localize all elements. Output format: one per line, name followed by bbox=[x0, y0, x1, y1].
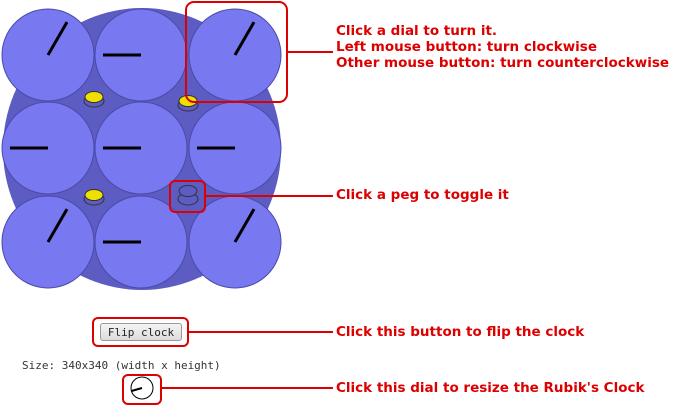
dial[interactable] bbox=[1, 101, 95, 195]
dial[interactable] bbox=[94, 8, 188, 102]
dial[interactable] bbox=[94, 195, 188, 289]
dial[interactable] bbox=[188, 195, 282, 289]
resize-dial[interactable] bbox=[130, 376, 154, 400]
flip-clock-button[interactable]: Flip clock bbox=[100, 323, 182, 341]
dial-instruction-line: Other mouse button: turn counterclockwis… bbox=[336, 55, 670, 71]
dial[interactable] bbox=[188, 8, 282, 102]
dial-instruction-line: Left mouse button: turn clockwise bbox=[336, 39, 598, 55]
size-readout: Size: 340x340 (width x height) bbox=[22, 359, 221, 372]
dial[interactable] bbox=[94, 101, 188, 195]
dial[interactable] bbox=[1, 8, 95, 102]
peg-instruction: Click a peg to toggle it bbox=[336, 187, 509, 203]
peg[interactable] bbox=[83, 91, 105, 108]
resize-instruction: Click this dial to resize the Rubik's Cl… bbox=[336, 380, 645, 396]
dial-instruction-line: Click a dial to turn it. bbox=[336, 23, 498, 39]
peg[interactable] bbox=[177, 185, 199, 206]
flip-instruction: Click this button to flip the clock bbox=[336, 324, 585, 340]
dial-instructions: Click a dial to turn it. Left mouse butt… bbox=[336, 23, 669, 71]
peg[interactable] bbox=[83, 189, 105, 206]
dial[interactable] bbox=[1, 195, 95, 289]
dial[interactable] bbox=[188, 101, 282, 195]
